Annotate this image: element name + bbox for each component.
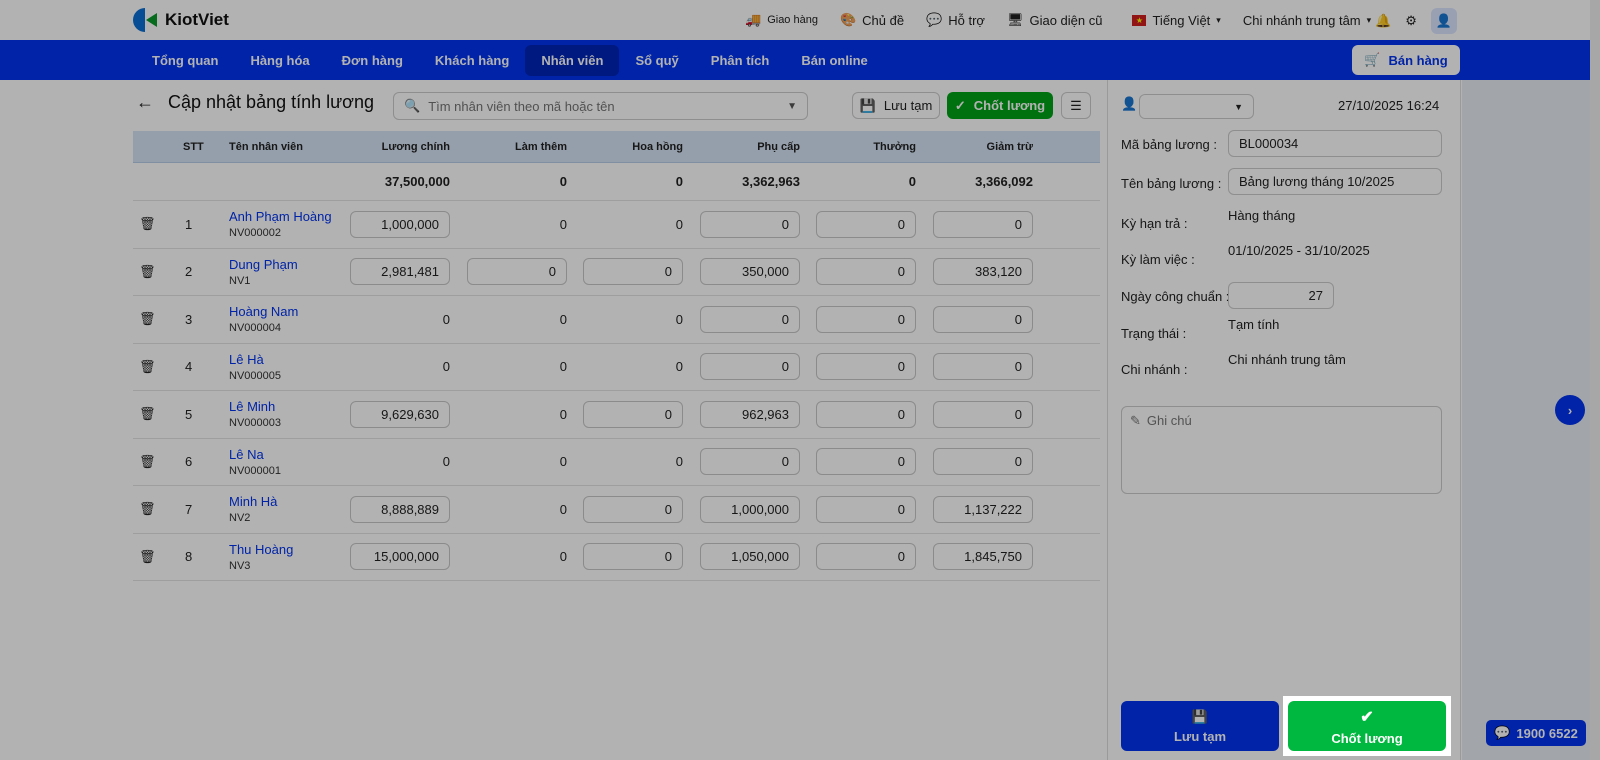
check-icon: ✔	[1360, 708, 1374, 726]
panel-finalize-label: Chốt lương	[1331, 730, 1403, 746]
panel-finalize-payroll-button[interactable]: ✔ Chốt lương	[1288, 701, 1446, 751]
highlighted-finalize-wrapper: ✔ Chốt lương	[1283, 696, 1451, 756]
modal-overlay	[0, 0, 1600, 760]
